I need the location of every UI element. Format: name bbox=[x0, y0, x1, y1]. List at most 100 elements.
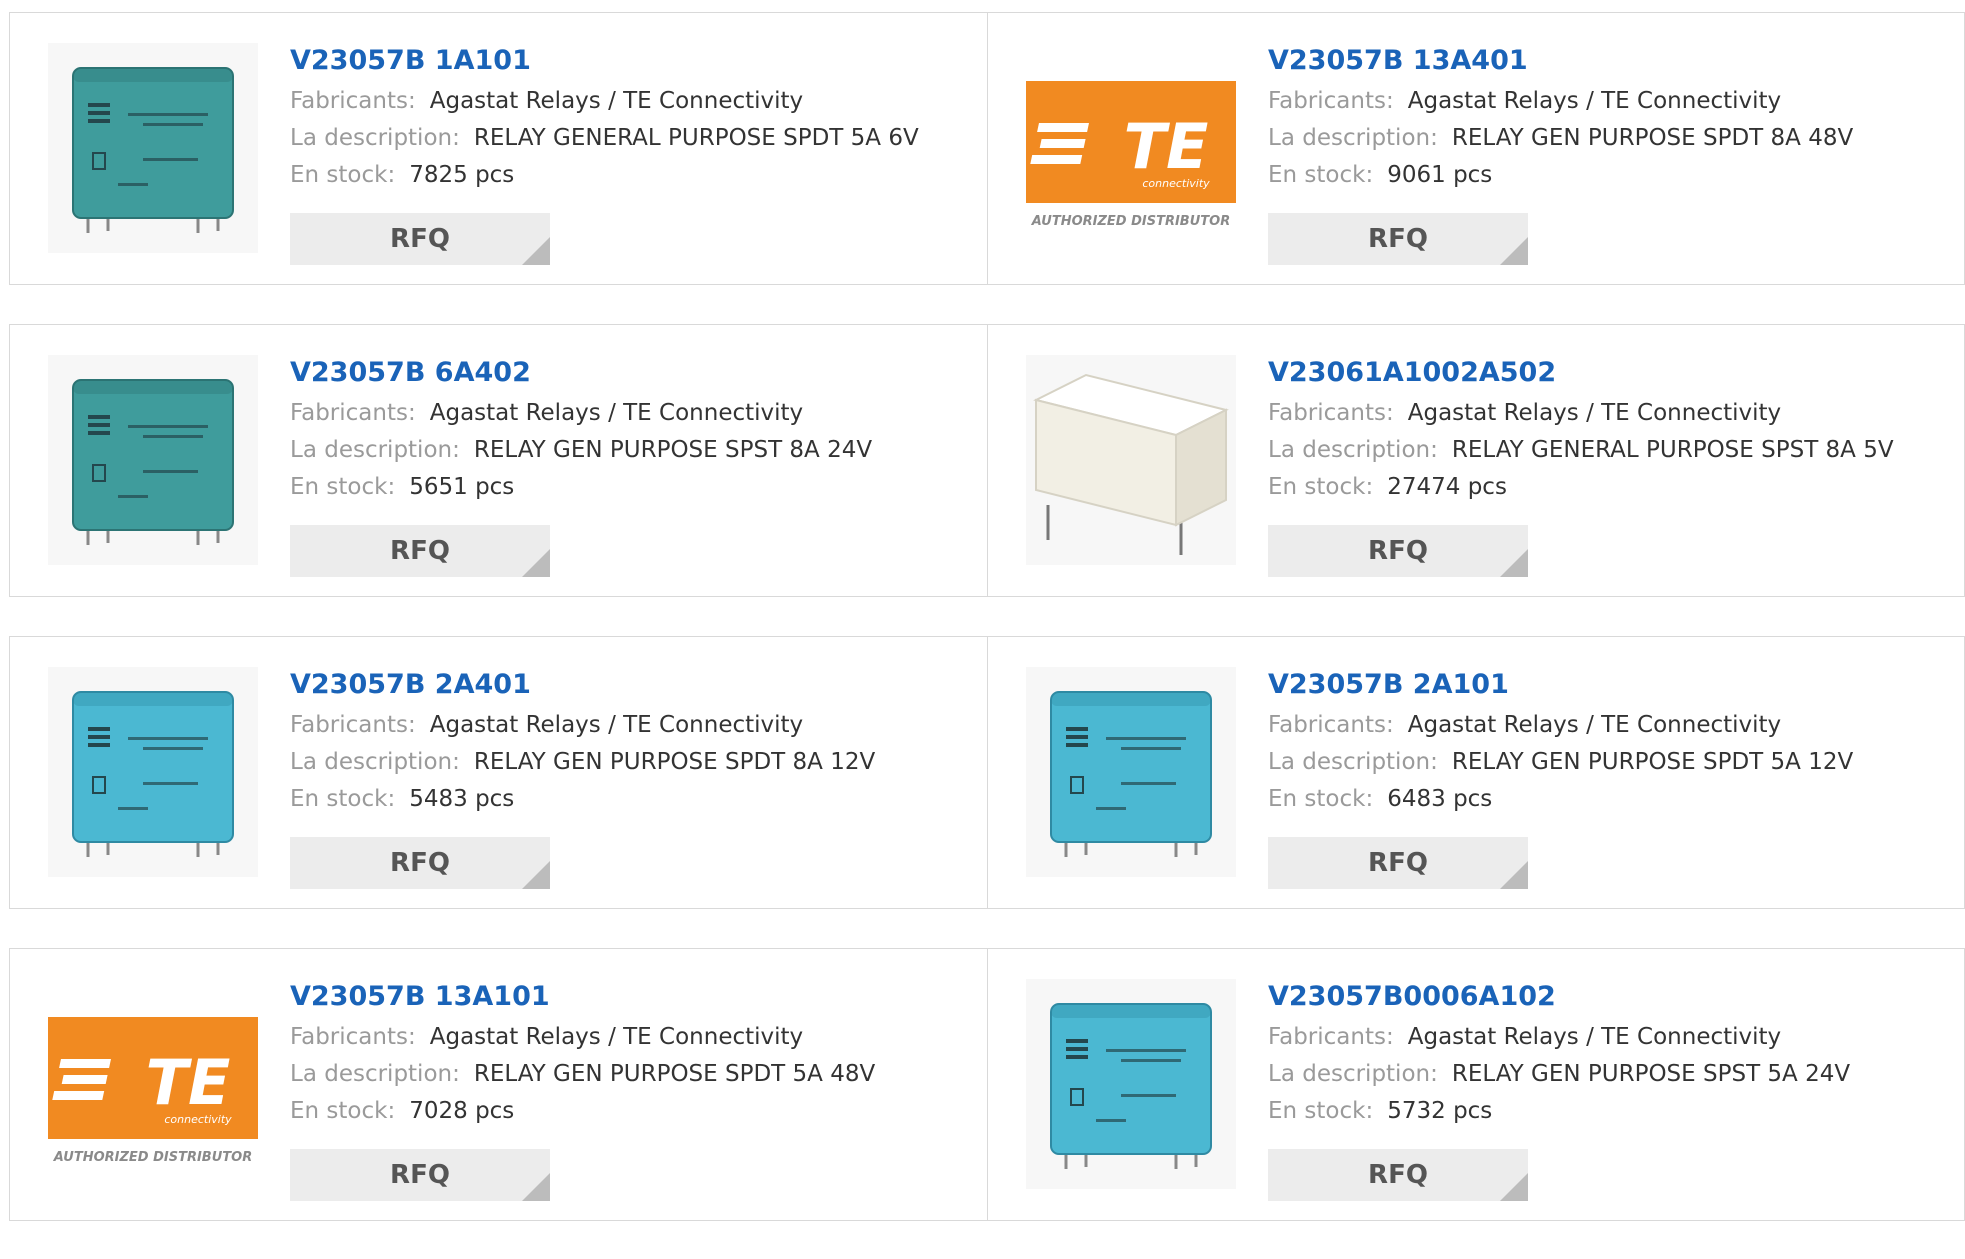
stock-row: En stock: 7825 pcs bbox=[290, 157, 967, 194]
product-title-link[interactable]: V23057B 6A402 bbox=[290, 355, 967, 391]
svg-text:AUTHORIZED DISTRIBUTOR: AUTHORIZED DISTRIBUTOR bbox=[53, 1150, 252, 1165]
product-row: V23057B 1A101 Fabricants: Agastat Relays … bbox=[9, 12, 1965, 285]
rfq-label: RFQ bbox=[390, 224, 450, 254]
relay-product-image[interactable] bbox=[1026, 667, 1236, 877]
rfq-button[interactable]: RFQ bbox=[290, 213, 550, 265]
description-label: La description: bbox=[1268, 1061, 1438, 1087]
te-authorized-distributor-logo[interactable]: TE connectivity AUTHORIZED DISTRIBUTOR bbox=[48, 979, 258, 1189]
stock-label: En stock: bbox=[1268, 786, 1374, 812]
manufacturer-label: Fabricants: bbox=[290, 712, 416, 738]
description-row: La description: RELAY GENERAL PURPOSE SPD… bbox=[290, 120, 967, 157]
product-row: V23057B 2A401 Fabricants: Agastat Relays … bbox=[9, 636, 1965, 909]
rfq-corner-decoration bbox=[1500, 549, 1528, 577]
product-title-link[interactable]: V23057B 13A401 bbox=[1268, 43, 1944, 79]
product-card: V23061A1002A502 Fabricants: Agastat Relay… bbox=[987, 325, 1964, 596]
description-row: La description: RELAY GEN PURPOSE SPDT 5A… bbox=[1268, 744, 1944, 781]
stock-label: En stock: bbox=[290, 474, 396, 500]
manufacturer-row: Fabricants: Agastat Relays / TE Connectiv… bbox=[1268, 395, 1944, 432]
description-value: RELAY GEN PURPOSE SPDT 8A 12V bbox=[473, 749, 876, 775]
manufacturer-value: Agastat Relays / TE Connectivity bbox=[429, 712, 804, 738]
rfq-corner-decoration bbox=[522, 1173, 550, 1201]
rfq-corner-decoration bbox=[522, 861, 550, 889]
svg-text:connectivity: connectivity bbox=[1142, 177, 1210, 190]
description-label: La description: bbox=[290, 437, 460, 463]
relay-product-image[interactable] bbox=[1026, 355, 1236, 565]
rfq-corner-decoration bbox=[522, 237, 550, 265]
manufacturer-row: Fabricants: Agastat Relays / TE Connectiv… bbox=[1268, 707, 1944, 744]
product-card: V23057B 2A101 Fabricants: Agastat Relays … bbox=[987, 637, 1964, 908]
relay-product-image[interactable] bbox=[48, 355, 258, 565]
relay-product-image[interactable] bbox=[48, 667, 258, 877]
stock-label: En stock: bbox=[1268, 474, 1374, 500]
svg-text:connectivity: connectivity bbox=[164, 1113, 232, 1126]
description-value: RELAY GEN PURPOSE SPST 8A 24V bbox=[473, 437, 873, 463]
manufacturer-value: Agastat Relays / TE Connectivity bbox=[1407, 1024, 1782, 1050]
stock-value: 7028 pcs bbox=[409, 1098, 515, 1124]
relay-product-image[interactable] bbox=[48, 43, 258, 253]
manufacturer-value: Agastat Relays / TE Connectivity bbox=[1407, 88, 1782, 114]
description-label: La description: bbox=[290, 125, 460, 151]
rfq-button[interactable]: RFQ bbox=[290, 1149, 550, 1201]
rfq-corner-decoration bbox=[522, 549, 550, 577]
te-authorized-distributor-logo[interactable]: TE connectivity AUTHORIZED DISTRIBUTOR bbox=[1026, 43, 1236, 253]
manufacturer-label: Fabricants: bbox=[290, 88, 416, 114]
rfq-label: RFQ bbox=[1368, 1160, 1428, 1190]
svg-text:TE: TE bbox=[146, 1046, 231, 1119]
rfq-corner-decoration bbox=[1500, 861, 1528, 889]
svg-text:TE: TE bbox=[1124, 110, 1209, 183]
manufacturer-label: Fabricants: bbox=[1268, 88, 1394, 114]
product-title-link[interactable]: V23061A1002A502 bbox=[1268, 355, 1944, 391]
product-title-link[interactable]: V23057B 13A101 bbox=[290, 979, 967, 1015]
manufacturer-label: Fabricants: bbox=[1268, 712, 1394, 738]
description-row: La description: RELAY GEN PURPOSE SPST 8A… bbox=[290, 432, 967, 469]
product-card: V23057B0006A102 Fabricants: Agastat Relay… bbox=[987, 949, 1964, 1220]
stock-label: En stock: bbox=[290, 786, 396, 812]
stock-label: En stock: bbox=[290, 162, 396, 188]
manufacturer-row: Fabricants: Agastat Relays / TE Connectiv… bbox=[290, 1019, 967, 1056]
product-card: V23057B 1A101 Fabricants: Agastat Relays … bbox=[10, 13, 987, 284]
manufacturer-row: Fabricants: Agastat Relays / TE Connectiv… bbox=[1268, 83, 1944, 120]
product-row: TE connectivity AUTHORIZED DISTRIBUTOR V23… bbox=[9, 948, 1965, 1221]
stock-row: En stock: 5651 pcs bbox=[290, 469, 967, 506]
rfq-button[interactable]: RFQ bbox=[1268, 1149, 1528, 1201]
product-title-link[interactable]: V23057B 2A101 bbox=[1268, 667, 1944, 703]
svg-text:AUTHORIZED DISTRIBUTOR: AUTHORIZED DISTRIBUTOR bbox=[1031, 214, 1230, 229]
manufacturer-label: Fabricants: bbox=[290, 1024, 416, 1050]
product-title-link[interactable]: V23057B 1A101 bbox=[290, 43, 967, 79]
rfq-button[interactable]: RFQ bbox=[1268, 213, 1528, 265]
rfq-button[interactable]: RFQ bbox=[290, 837, 550, 889]
manufacturer-label: Fabricants: bbox=[1268, 400, 1394, 426]
description-row: La description: RELAY GEN PURPOSE SPDT 5A… bbox=[290, 1056, 967, 1093]
description-value: RELAY GENERAL PURPOSE SPDT 5A 6V bbox=[473, 125, 919, 151]
stock-value: 6483 pcs bbox=[1387, 786, 1493, 812]
stock-row: En stock: 9061 pcs bbox=[1268, 157, 1944, 194]
rfq-label: RFQ bbox=[390, 848, 450, 878]
rfq-label: RFQ bbox=[1368, 536, 1428, 566]
rfq-label: RFQ bbox=[1368, 224, 1428, 254]
product-title-link[interactable]: V23057B0006A102 bbox=[1268, 979, 1944, 1015]
rfq-button[interactable]: RFQ bbox=[1268, 525, 1528, 577]
rfq-button[interactable]: RFQ bbox=[1268, 837, 1528, 889]
stock-row: En stock: 27474 pcs bbox=[1268, 469, 1944, 506]
relay-product-image[interactable] bbox=[1026, 979, 1236, 1189]
description-value: RELAY GEN PURPOSE SPST 5A 24V bbox=[1451, 1061, 1851, 1087]
description-value: RELAY GEN PURPOSE SPDT 8A 48V bbox=[1451, 125, 1854, 151]
stock-value: 5732 pcs bbox=[1387, 1098, 1493, 1124]
stock-value: 7825 pcs bbox=[409, 162, 515, 188]
product-title-link[interactable]: V23057B 2A401 bbox=[290, 667, 967, 703]
manufacturer-value: Agastat Relays / TE Connectivity bbox=[1407, 400, 1782, 426]
manufacturer-row: Fabricants: Agastat Relays / TE Connectiv… bbox=[1268, 1019, 1944, 1056]
stock-value: 5483 pcs bbox=[409, 786, 515, 812]
product-row: V23057B 6A402 Fabricants: Agastat Relays … bbox=[9, 324, 1965, 597]
stock-label: En stock: bbox=[1268, 1098, 1374, 1124]
description-label: La description: bbox=[290, 749, 460, 775]
manufacturer-value: Agastat Relays / TE Connectivity bbox=[429, 1024, 804, 1050]
rfq-corner-decoration bbox=[1500, 237, 1528, 265]
rfq-label: RFQ bbox=[1368, 848, 1428, 878]
stock-value: 5651 pcs bbox=[409, 474, 515, 500]
rfq-button[interactable]: RFQ bbox=[290, 525, 550, 577]
rfq-corner-decoration bbox=[1500, 1173, 1528, 1201]
description-row: La description: RELAY GEN PURPOSE SPDT 8A… bbox=[290, 744, 967, 781]
stock-row: En stock: 7028 pcs bbox=[290, 1093, 967, 1130]
description-label: La description: bbox=[1268, 437, 1438, 463]
